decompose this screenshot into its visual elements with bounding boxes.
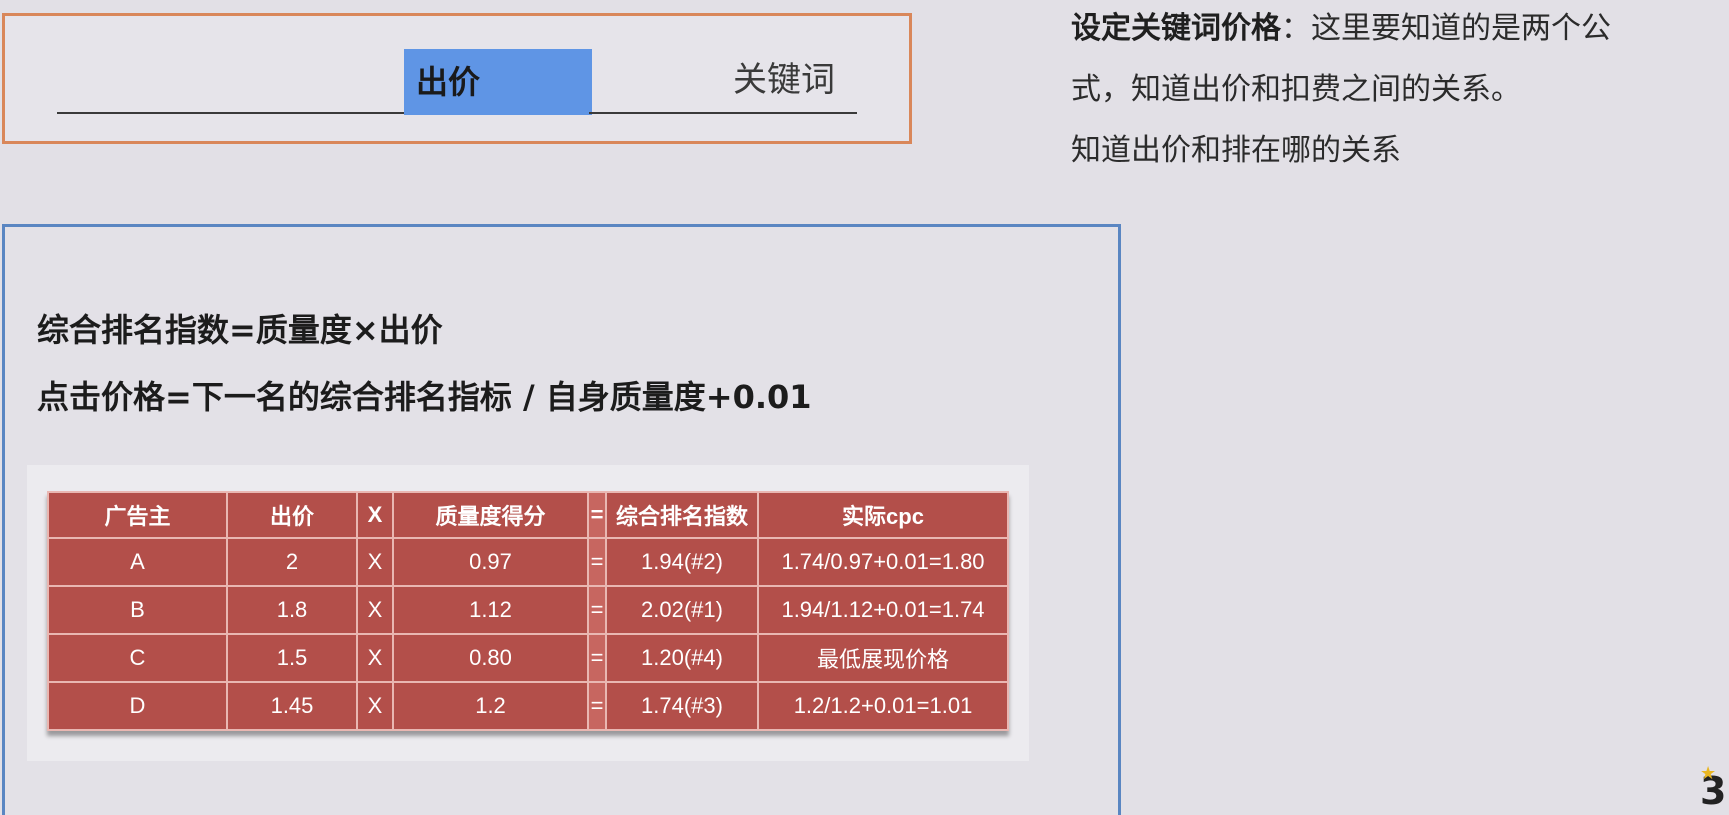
- formula-box: 综合排名指数=质量度×出价 点击价格=下一名的综合排名指标 / 自身质量度+0.…: [2, 224, 1121, 815]
- table-header-row: 广告主 出价 X 质量度得分 = 综合排名指数 实际cpc: [47, 491, 1009, 539]
- underline-right: [589, 112, 857, 114]
- cell-quality-score: 1.2: [392, 681, 589, 731]
- bid-highlight-label: 出价: [404, 49, 592, 115]
- cell-advertiser: C: [47, 633, 228, 683]
- cell-equals: =: [587, 537, 607, 587]
- underline-left: [57, 112, 409, 114]
- cell-actual-cpc: 最低展现价格: [757, 633, 1009, 683]
- side-note-line-1: 设定关键词价格：这里要知道的是两个公: [1071, 0, 1729, 59]
- keyword-label: 关键词: [733, 60, 835, 100]
- click-price-formula: 点击价格=下一名的综合排名指标 / 自身质量度+0.01: [37, 378, 812, 416]
- side-note-line-1-rest: 这里要知道的是两个公: [1311, 11, 1611, 46]
- table-panel: 广告主 出价 X 质量度得分 = 综合排名指数 实际cpc A 2 X 0.97…: [27, 465, 1029, 761]
- cell-bid: 1.45: [226, 681, 358, 731]
- corner-logo: ★ 3: [1700, 763, 1729, 815]
- header-multiply: X: [356, 491, 394, 539]
- table-row: B 1.8 X 1.12 = 2.02(#1) 1.94/1.12+0.01=1…: [47, 585, 1009, 635]
- cell-advertiser: D: [47, 681, 228, 731]
- table-row: C 1.5 X 0.80 = 1.20(#4) 最低展现价格: [47, 633, 1009, 683]
- cell-equals: =: [587, 585, 607, 635]
- cell-actual-cpc: 1.2/1.2+0.01=1.01: [757, 681, 1009, 731]
- cell-rank-index: 1.20(#4): [605, 633, 759, 683]
- table-row: A 2 X 0.97 = 1.94(#2) 1.74/0.97+0.01=1.8…: [47, 537, 1009, 587]
- header-quality-score: 质量度得分: [392, 491, 589, 539]
- cell-bid: 1.5: [226, 633, 358, 683]
- cell-rank-index: 2.02(#1): [605, 585, 759, 635]
- cell-actual-cpc: 1.74/0.97+0.01=1.80: [757, 537, 1009, 587]
- cell-equals: =: [587, 681, 607, 731]
- cell-advertiser: B: [47, 585, 228, 635]
- cell-quality-score: 0.80: [392, 633, 589, 683]
- side-note: 设定关键词价格：这里要知道的是两个公 式，知道出价和扣费之间的关系。 知道出价和…: [1071, 0, 1729, 181]
- header-rank-index: 综合排名指数: [605, 491, 759, 539]
- side-note-line-2: 式，知道出价和扣费之间的关系。: [1071, 72, 1521, 107]
- cell-advertiser: A: [47, 537, 228, 587]
- keyword-bid-box: 出价 关键词: [2, 13, 912, 144]
- rank-index-formula: 综合排名指数=质量度×出价: [37, 311, 443, 349]
- cell-multiply: X: [356, 585, 394, 635]
- header-advertiser: 广告主: [47, 491, 228, 539]
- star-icon: ★: [1700, 763, 1717, 784]
- cell-multiply: X: [356, 681, 394, 731]
- side-note-separator: ：: [1281, 11, 1311, 46]
- bid-table: 广告主 出价 X 质量度得分 = 综合排名指数 实际cpc A 2 X 0.97…: [47, 491, 1009, 731]
- cell-quality-score: 0.97: [392, 537, 589, 587]
- header-bid: 出价: [226, 491, 358, 539]
- table-row: D 1.45 X 1.2 = 1.74(#3) 1.2/1.2+0.01=1.0…: [47, 681, 1009, 731]
- cell-multiply: X: [356, 633, 394, 683]
- side-note-line-3: 知道出价和排在哪的关系: [1071, 133, 1401, 168]
- cell-quality-score: 1.12: [392, 585, 589, 635]
- header-equals: =: [587, 491, 607, 539]
- cell-bid: 2: [226, 537, 358, 587]
- cell-multiply: X: [356, 537, 394, 587]
- side-note-title: 设定关键词价格: [1071, 11, 1281, 46]
- cell-equals: =: [587, 633, 607, 683]
- cell-rank-index: 1.74(#3): [605, 681, 759, 731]
- cell-rank-index: 1.94(#2): [605, 537, 759, 587]
- header-actual-cpc: 实际cpc: [757, 491, 1009, 539]
- cell-actual-cpc: 1.94/1.12+0.01=1.74: [757, 585, 1009, 635]
- cell-bid: 1.8: [226, 585, 358, 635]
